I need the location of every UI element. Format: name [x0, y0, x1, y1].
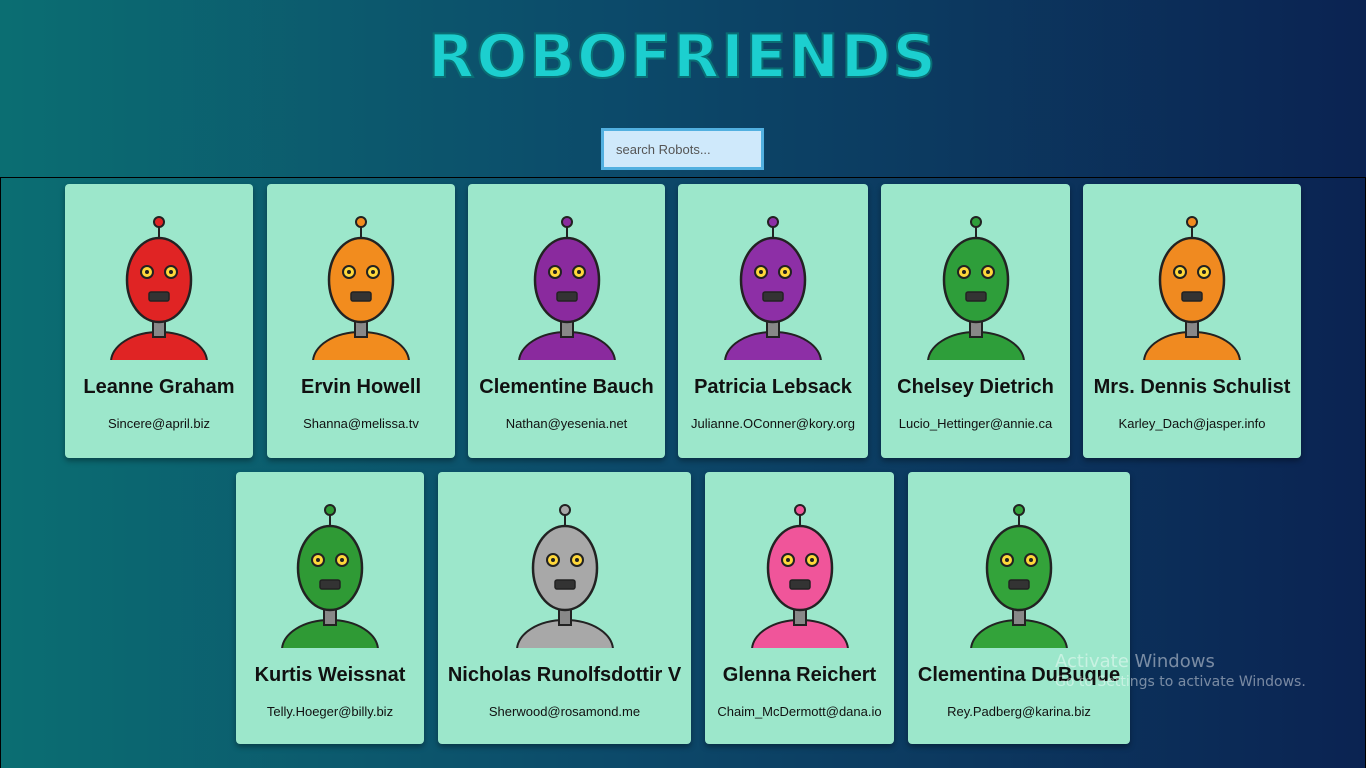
robot-email: Sherwood@rosamond.me: [488, 704, 641, 719]
robot-figure: [750, 504, 849, 648]
robot-name: Chelsey Dietrich: [897, 376, 1054, 398]
robot-name: Leanne Graham: [83, 376, 235, 398]
robot-avatar: [970, 504, 1068, 648]
robot-email: Sincere@april.biz: [107, 416, 211, 431]
robot-name: Clementina DuBuque: [917, 664, 1121, 686]
robot-avatar: [281, 504, 379, 648]
robot-avatar: [1143, 216, 1241, 360]
robot-name: Glenna Reichert: [722, 664, 877, 686]
robot-avatar: [110, 216, 208, 360]
robot-figure: [517, 216, 616, 360]
robot-name: Patricia Lebsack: [694, 376, 852, 398]
robot-email: Lucio_Hettinger@annie.ca: [898, 416, 1053, 431]
robot-card[interactable]: Patricia Lebsack Julianne.OConner@kory.o…: [678, 184, 868, 458]
robot-avatar: [750, 504, 849, 648]
robot-card[interactable]: Ervin Howell Shanna@melissa.tv: [267, 184, 455, 458]
robot-card[interactable]: Nicholas Runolfsdottir V Sherwood@rosamo…: [438, 472, 691, 744]
robot-avatar: [724, 216, 822, 360]
robot-card[interactable]: Clementine Bauch Nathan@yesenia.net: [468, 184, 665, 458]
search-input[interactable]: [601, 128, 764, 170]
robot-email: Chaim_McDermott@dana.io: [717, 704, 882, 719]
robot-card[interactable]: Mrs. Dennis Schulist Karley_Dach@jasper.…: [1083, 184, 1301, 458]
robot-email: Telly.Hoeger@billy.biz: [266, 704, 394, 719]
robot-email: Rey.Padberg@karina.biz: [947, 704, 1091, 719]
robot-figure: [515, 504, 614, 648]
robot-email: Karley_Dach@jasper.info: [1118, 416, 1266, 431]
robot-figure: [724, 216, 822, 360]
robot-name: Clementine Bauch: [479, 376, 654, 398]
robot-avatar: [515, 504, 614, 648]
robot-name: Kurtis Weissnat: [254, 664, 406, 686]
robot-card[interactable]: Glenna Reichert Chaim_McDermott@dana.io: [705, 472, 894, 744]
robot-card[interactable]: Clementina DuBuque Rey.Padberg@karina.bi…: [908, 472, 1130, 744]
robot-name: Ervin Howell: [300, 376, 422, 398]
page-title: ROBOFRIENDS: [427, 21, 938, 93]
robot-avatar: [312, 216, 410, 360]
robot-card[interactable]: Kurtis Weissnat Telly.Hoeger@billy.biz: [236, 472, 424, 744]
robot-figure: [110, 216, 208, 360]
robot-figure: [312, 216, 410, 360]
robot-name: Nicholas Runolfsdottir V: [447, 664, 682, 686]
robot-name: Mrs. Dennis Schulist: [1093, 376, 1291, 398]
robot-figure: [970, 504, 1068, 648]
robot-email: Shanna@melissa.tv: [303, 416, 419, 431]
robot-card[interactable]: Leanne Graham Sincere@april.biz: [65, 184, 253, 458]
robot-figure: [281, 504, 379, 648]
robot-card[interactable]: Chelsey Dietrich Lucio_Hettinger@annie.c…: [881, 184, 1070, 458]
robot-figure: [1143, 216, 1241, 360]
robot-email: Nathan@yesenia.net: [505, 416, 628, 431]
robot-figure: [926, 216, 1025, 360]
robot-avatar: [926, 216, 1025, 360]
robot-avatar: [517, 216, 616, 360]
robot-email: Julianne.OConner@kory.org: [691, 416, 855, 431]
